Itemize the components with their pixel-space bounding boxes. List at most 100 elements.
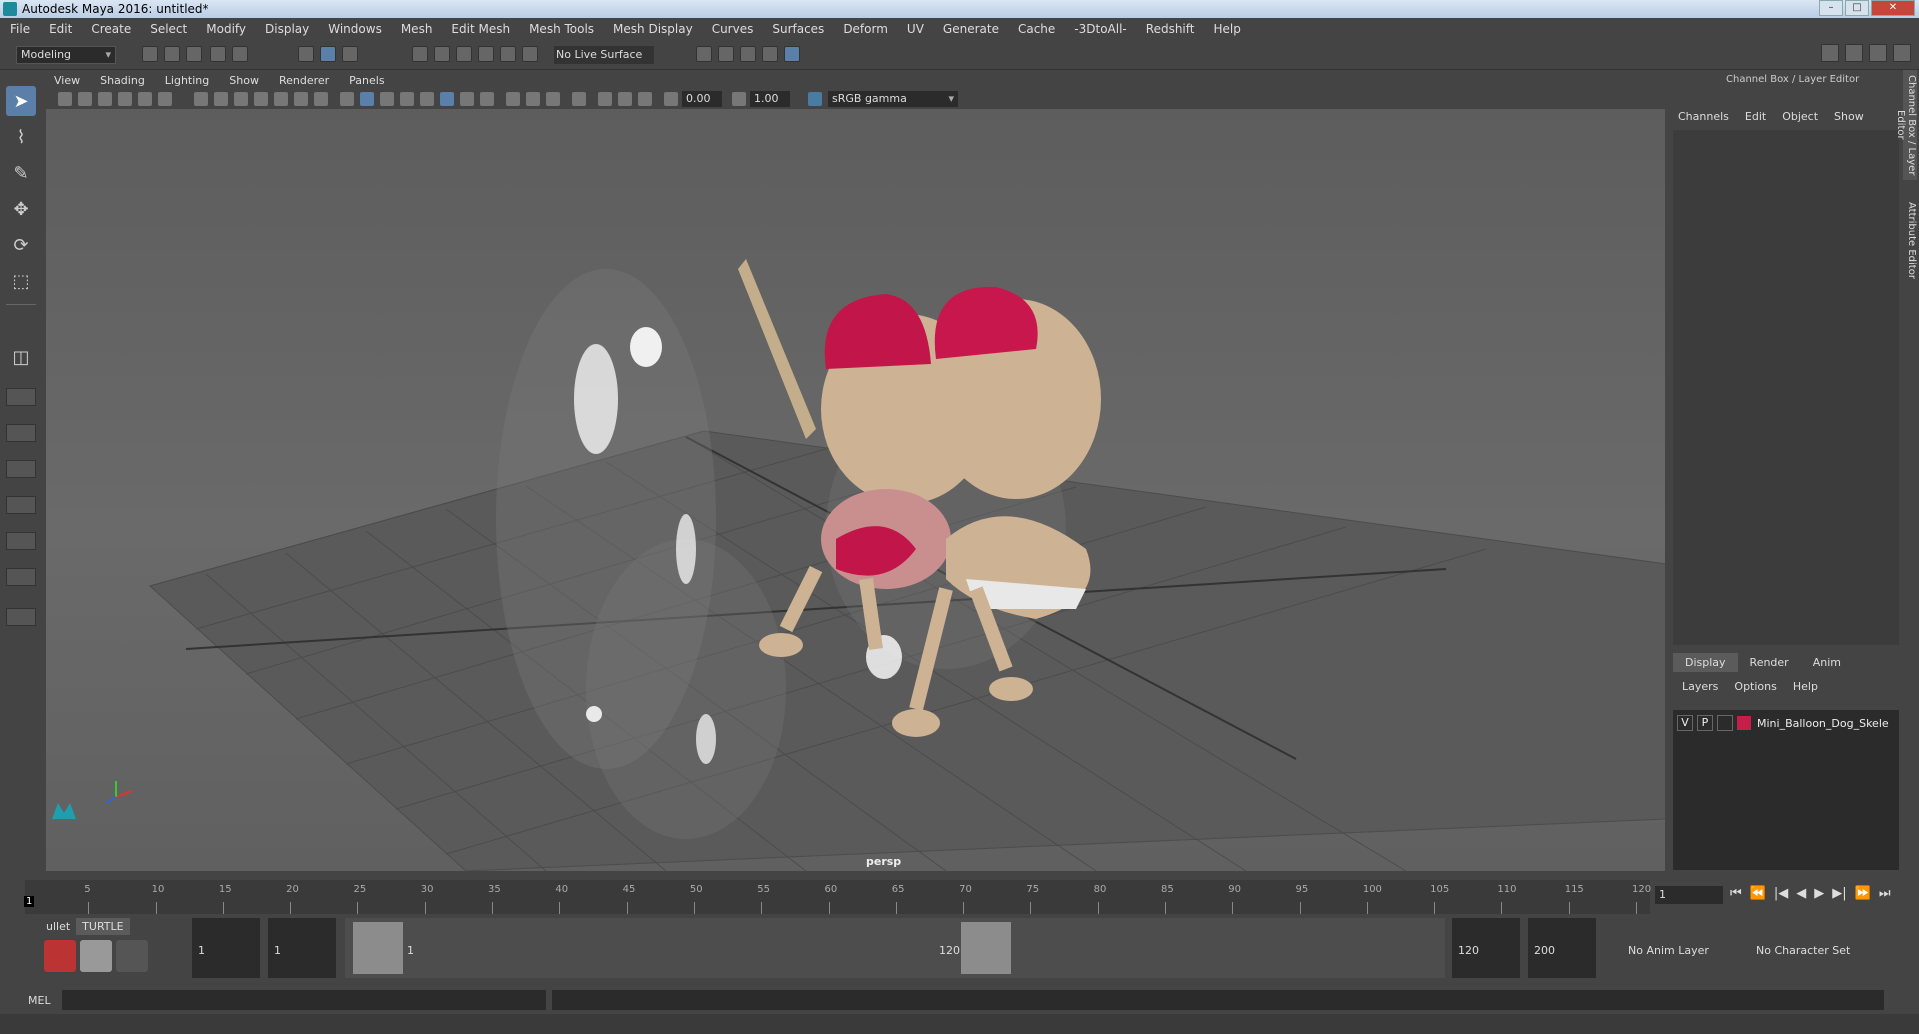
motion-blur-icon[interactable] <box>526 92 540 106</box>
safe-action-icon[interactable] <box>294 92 308 106</box>
select-component-icon[interactable] <box>342 46 358 62</box>
tab-attribute-editor[interactable]: Attribute Editor <box>1903 200 1917 280</box>
le-menu-options[interactable]: Options <box>1734 680 1776 693</box>
film-gate-icon[interactable] <box>214 92 228 106</box>
viewport-menu-renderer[interactable]: Renderer <box>279 74 329 87</box>
viewport-menu-view[interactable]: View <box>54 74 80 87</box>
menu-file[interactable]: File <box>10 22 30 36</box>
layer-name[interactable]: Mini_Balloon_Dog_Skele <box>1757 717 1889 730</box>
tab-channel-box-layer-editor[interactable]: Channel Box / Layer Editor <box>1895 70 1917 180</box>
menu-cache[interactable]: Cache <box>1018 22 1055 36</box>
paint-select-tool-icon[interactable]: ✎ <box>6 158 36 188</box>
gate-mask-icon[interactable] <box>254 92 268 106</box>
anim-layer-select[interactable]: No Anim Layer <box>1628 944 1709 957</box>
four-pane-layout-icon[interactable] <box>6 388 36 406</box>
backface-culling-icon[interactable] <box>638 92 652 106</box>
grid-icon[interactable] <box>194 92 208 106</box>
close-button[interactable]: ✕ <box>1871 0 1915 16</box>
viewport-menu-panels[interactable]: Panels <box>349 74 384 87</box>
isolate-select-icon[interactable] <box>572 92 586 106</box>
new-scene-icon[interactable] <box>142 46 158 62</box>
shelf-tab-bullet[interactable]: ullet <box>40 918 76 935</box>
menu-windows[interactable]: Windows <box>328 22 382 36</box>
textured-icon[interactable] <box>440 92 454 106</box>
live-surface-field[interactable]: No Live Surface <box>554 46 654 64</box>
go-to-start-icon[interactable]: ⏮ <box>1730 886 1742 901</box>
play-forwards-icon[interactable]: ▶ <box>1814 886 1824 901</box>
menu-edit-mesh[interactable]: Edit Mesh <box>451 22 510 36</box>
xray-active-components-icon[interactable] <box>618 92 632 106</box>
layer-color-swatch[interactable] <box>1737 716 1751 730</box>
step-forward-key-icon[interactable]: ▶| <box>1832 886 1846 901</box>
modeling-toolkit-icon[interactable] <box>1821 44 1839 62</box>
tab-anim[interactable]: Anim <box>1801 653 1853 672</box>
range-slider[interactable]: 1 120 <box>345 918 1445 978</box>
layer-playback-toggle[interactable]: P <box>1697 715 1713 731</box>
wireframe-on-shaded-icon[interactable] <box>400 92 414 106</box>
menu-display[interactable]: Display <box>265 22 309 36</box>
snap-projected-center-icon[interactable] <box>478 46 494 62</box>
time-slider-track[interactable]: 5 10 15 20 25 30 35 40 45 50 55 60 65 70 75 80 85 90 95 100… <box>25 880 1651 914</box>
undo-icon[interactable] <box>210 46 226 62</box>
channel-box-toggle-icon[interactable] <box>1893 44 1911 62</box>
minimize-button[interactable]: – <box>1819 0 1843 16</box>
hypershade-icon[interactable] <box>784 46 800 62</box>
screen-space-ao-icon[interactable] <box>506 92 520 106</box>
menu-edit[interactable]: Edit <box>49 22 72 36</box>
go-to-end-icon[interactable]: ⏭ <box>1879 886 1891 901</box>
range-end-handle[interactable] <box>961 922 1011 974</box>
viewport-menu-show[interactable]: Show <box>229 74 259 87</box>
attribute-editor-toggle-icon[interactable] <box>1845 44 1863 62</box>
step-back-frame-icon[interactable]: ⏪ <box>1750 886 1766 901</box>
turtle-sphere-icon[interactable] <box>116 940 148 972</box>
step-back-key-icon[interactable]: |◀ <box>1774 886 1788 901</box>
persp-graph-layout-icon[interactable] <box>6 496 36 514</box>
step-forward-frame-icon[interactable]: ⏩ <box>1855 886 1871 901</box>
menu-mesh-display[interactable]: Mesh Display <box>613 22 693 36</box>
menu-deform[interactable]: Deform <box>843 22 888 36</box>
tab-render[interactable]: Render <box>1738 653 1801 672</box>
le-menu-layers[interactable]: Layers <box>1682 680 1718 693</box>
menu-redshift[interactable]: Redshift <box>1146 22 1195 36</box>
menu-generate[interactable]: Generate <box>943 22 999 36</box>
script-language-toggle[interactable]: MEL <box>28 994 51 1007</box>
tab-display[interactable]: Display <box>1673 653 1738 672</box>
le-menu-help[interactable]: Help <box>1793 680 1818 693</box>
camera-attributes-icon[interactable] <box>78 92 92 106</box>
snap-view-plane-icon[interactable] <box>500 46 516 62</box>
menu-modify[interactable]: Modify <box>206 22 246 36</box>
persp-hypershade-layout-icon[interactable] <box>6 532 36 550</box>
gamma-icon[interactable] <box>732 92 746 106</box>
turtle-render-icon[interactable] <box>44 940 76 972</box>
command-input[interactable] <box>62 990 546 1010</box>
use-all-lights-icon[interactable] <box>460 92 474 106</box>
view-transform-select[interactable]: sRGB gamma ▾ <box>828 91 958 107</box>
current-frame-field[interactable]: 1 <box>1655 886 1723 904</box>
snap-grid-icon[interactable] <box>412 46 428 62</box>
maximize-button[interactable]: □ <box>1845 0 1869 16</box>
render-current-frame-icon[interactable] <box>718 46 734 62</box>
cb-menu-show[interactable]: Show <box>1834 110 1864 123</box>
render-settings-icon[interactable] <box>762 46 778 62</box>
persp-outliner-layout-icon[interactable] <box>6 460 36 478</box>
scale-tool-icon[interactable]: ⬚ <box>6 266 36 296</box>
wireframe-icon[interactable] <box>340 92 354 106</box>
cb-menu-edit[interactable]: Edit <box>1745 110 1766 123</box>
shadows-icon[interactable] <box>480 92 494 106</box>
gamma-field[interactable]: 1.00 <box>750 91 790 107</box>
snap-point-icon[interactable] <box>456 46 472 62</box>
open-scene-icon[interactable] <box>164 46 180 62</box>
menu-help[interactable]: Help <box>1213 22 1240 36</box>
play-backwards-icon[interactable]: ◀ <box>1796 886 1806 901</box>
grease-pencil-icon[interactable] <box>158 92 172 106</box>
2d-pan-zoom-icon[interactable] <box>138 92 152 106</box>
bookmark-icon[interactable] <box>98 92 112 106</box>
safe-title-icon[interactable] <box>314 92 328 106</box>
image-plane-icon[interactable] <box>118 92 132 106</box>
select-object-icon[interactable] <box>320 46 336 62</box>
smooth-shade-icon[interactable] <box>360 92 374 106</box>
xray-joints-icon[interactable] <box>598 92 612 106</box>
menu-mesh[interactable]: Mesh <box>401 22 433 36</box>
character-set-select[interactable]: No Character Set <box>1756 944 1850 957</box>
3d-viewport[interactable]: persp <box>46 109 1665 871</box>
